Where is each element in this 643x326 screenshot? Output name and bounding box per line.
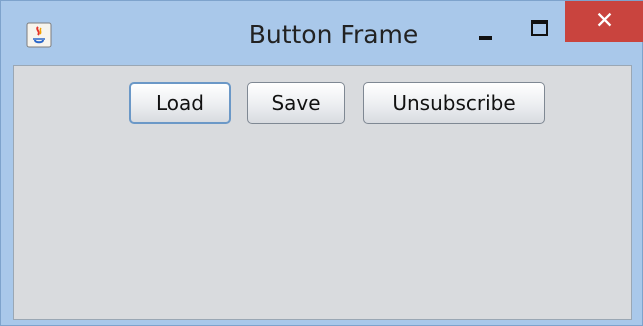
maximize-button[interactable]	[517, 9, 561, 49]
window-title-text: Button Frame	[248, 20, 419, 49]
content-panel: Load Save Unsubscribe	[13, 65, 632, 320]
unsubscribe-button[interactable]: Unsubscribe	[363, 82, 545, 124]
minimize-button[interactable]	[467, 9, 507, 49]
close-icon: ✕	[594, 8, 615, 34]
titlebar[interactable]: Button Frame ✕	[1, 1, 643, 65]
load-button[interactable]: Load	[129, 82, 231, 124]
close-button[interactable]: ✕	[565, 1, 643, 42]
save-button[interactable]: Save	[247, 82, 345, 124]
window-frame: Button Frame ✕ Load Save Unsubscribe	[0, 0, 643, 326]
